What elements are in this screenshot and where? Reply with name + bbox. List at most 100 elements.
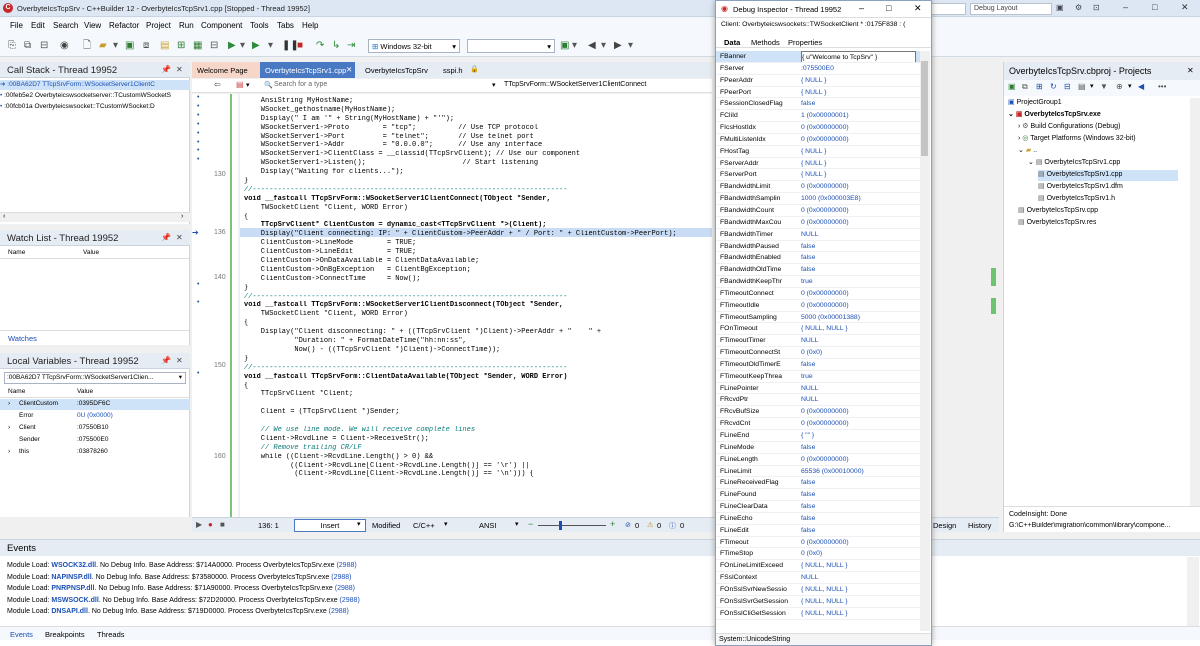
tree-item[interactable]: ⌄ ▤ OverbyteIcsTcpSrv1.cpp xyxy=(1028,158,1120,169)
macro-record-icon[interactable]: ● xyxy=(208,520,213,529)
inspector-property-row[interactable]: FOnSslCliGetSession { NULL, NULL } xyxy=(716,608,921,620)
table-row[interactable]: › Client :07550B10 xyxy=(0,423,190,434)
remove-icon[interactable]: ⊟ xyxy=(210,40,218,52)
menu-edit[interactable]: Edit xyxy=(31,21,45,30)
close-panel-icon[interactable]: ✕ xyxy=(176,356,183,365)
inspector-property-row[interactable]: FHostTag { NULL } xyxy=(716,146,921,158)
minimize-icon[interactable]: – xyxy=(859,3,864,13)
inspector-property-row[interactable]: FLineEnd { "" } xyxy=(716,430,921,442)
menu-file[interactable]: File xyxy=(10,21,23,30)
inspector-property-row[interactable]: FTimeoutTimer NULL xyxy=(716,335,921,348)
maximize-icon[interactable]: □ xyxy=(886,3,891,13)
new-file-icon[interactable]: 🗋 xyxy=(83,40,91,52)
tab-methods[interactable]: Methods xyxy=(751,38,780,47)
view-dropdown-icon[interactable]: ▾ xyxy=(1090,82,1094,90)
zoom-slider-thumb[interactable] xyxy=(559,521,562,530)
inspector-property-row[interactable]: FOnSslSvrGetSession { NULL, NULL } xyxy=(716,596,921,608)
close-panel-icon[interactable]: ✕ xyxy=(1187,66,1194,75)
device-dropdown-icon[interactable]: ▾ xyxy=(572,40,577,52)
inspector-property-row[interactable]: FCliId 1 (0x00000001) xyxy=(716,110,921,123)
inspector-property-row[interactable]: FIcsHostIdx 0 (0x00000000) xyxy=(716,122,921,134)
run-to-cursor-icon[interactable]: ⇥ xyxy=(347,40,355,52)
table-row[interactable]: Error 0U (0x0000) xyxy=(0,411,190,422)
expand-icon[interactable]: ⌄ xyxy=(1018,147,1026,154)
scrollbar-thumb[interactable] xyxy=(921,61,928,156)
table-row[interactable]: Sender :075500E0 xyxy=(0,435,190,446)
zoom-slider[interactable] xyxy=(538,525,606,526)
scroll-left-icon[interactable]: ‹ xyxy=(3,213,5,220)
mode-dropdown-icon[interactable]: ▾ xyxy=(357,520,361,528)
layout-settings-icon[interactable]: ⚙ xyxy=(1075,3,1082,12)
inspector-property-row[interactable]: FLineLength 0 (0x00000000) xyxy=(716,454,921,466)
tree-item[interactable]: ▣ ProjectGroup1 xyxy=(1008,98,1062,109)
inspector-property-row[interactable]: FTimeoutIdle 0 (0x00000000) xyxy=(716,300,921,312)
close-panel-icon[interactable]: ✕ xyxy=(176,65,183,74)
inspector-property-row[interactable]: FOnSslSvrNewSessio { NULL, NULL } xyxy=(716,584,921,596)
menu-help[interactable]: Help xyxy=(302,21,318,30)
vertical-scrollbar[interactable] xyxy=(1190,98,1200,506)
table-row[interactable]: › this :03878260 xyxy=(0,447,190,458)
type-dropdown-icon[interactable]: ▾ xyxy=(492,81,496,89)
tree-item[interactable]: › ◎ Target Platforms (Windows 32-bit) xyxy=(1018,134,1136,145)
refresh-icon[interactable]: ↻ xyxy=(1050,82,1057,91)
record-icon[interactable]: ◉ xyxy=(60,40,69,52)
expand-icon[interactable]: › xyxy=(8,447,10,457)
menu-search[interactable]: Search xyxy=(53,21,78,30)
inspector-property-row[interactable]: FLineClearData false xyxy=(716,501,921,513)
inspector-client-select[interactable]: Client: Overbyteicswsockets::TWSocketCli… xyxy=(721,21,928,28)
back-icon[interactable]: ◀ xyxy=(1138,82,1144,91)
close-panel-icon[interactable]: ✕ xyxy=(176,233,183,242)
tab-overbyteicstcpsrv[interactable]: OverbyteIcsTcpSrv xyxy=(360,62,435,78)
back-dropdown-icon[interactable]: ▾ xyxy=(601,40,606,52)
inspector-property-row[interactable]: FSessionClosedFlag false xyxy=(716,98,921,111)
layout-save-icon[interactable]: ▣ xyxy=(1056,3,1064,12)
layout-selector[interactable]: Debug Layout xyxy=(970,3,1052,15)
save-icon[interactable]: ▣ xyxy=(125,40,134,52)
open-project-icon[interactable]: ⧉ xyxy=(24,40,31,52)
menu-refactor[interactable]: Refactor xyxy=(109,21,139,30)
inspector-property-row[interactable]: FTimeout 0 (0x00000000) xyxy=(716,537,921,549)
menu-project[interactable]: Project xyxy=(146,21,171,30)
inspector-property-row[interactable]: FServer:075500E0 xyxy=(716,63,921,75)
inspector-property-row[interactable]: FServerAddr { NULL } xyxy=(716,158,921,170)
inspector-property-row[interactable]: FBandwidthKeepThr true xyxy=(716,276,921,288)
horizontal-scrollbar[interactable]: ‹ › xyxy=(0,212,190,222)
call-stack-item[interactable]: • :00feb5e2 Overbyteicswsocketserver::TC… xyxy=(0,91,190,101)
code-area[interactable]: AnsiString MyHostName; WSocket_gethostna… xyxy=(240,94,712,517)
save-all-icon[interactable]: ⊟ xyxy=(40,40,48,52)
tree-item[interactable]: ▤ OverbyteIcsTcpSrv1.dfm xyxy=(1038,182,1123,193)
history-tab[interactable]: History xyxy=(968,521,991,530)
stop-icon[interactable]: ■ xyxy=(297,40,303,52)
pin-icon[interactable]: 📌 xyxy=(161,233,171,242)
build-dropdown-icon[interactable]: ▾ xyxy=(1128,82,1132,90)
tree-item[interactable]: › ⚙ Build Configurations (Debug) xyxy=(1018,122,1120,133)
more-icon[interactable]: ••• xyxy=(1158,82,1166,91)
inspector-property-row[interactable]: FTimeoutConnect 0 (0x00000000) xyxy=(716,288,921,300)
errors-icon[interactable]: ⊘ xyxy=(625,521,631,529)
design-tab[interactable]: Design xyxy=(933,521,956,530)
menu-view[interactable]: View xyxy=(84,21,101,30)
encoding-indicator[interactable]: ANSI xyxy=(479,521,497,530)
forward-icon[interactable]: ▶ xyxy=(614,40,622,52)
tab-events[interactable]: Events xyxy=(10,630,33,639)
inspector-property-row[interactable]: FPeerAddr { NULL } xyxy=(716,75,921,87)
inspector-property-row[interactable]: FBandwidthEnabled false xyxy=(716,252,921,265)
expand-icon[interactable]: ⌄ xyxy=(1028,159,1036,166)
inspector-property-row[interactable]: FTimeoutKeepThrea true xyxy=(716,371,921,383)
close-tab-icon[interactable]: ✕ xyxy=(346,65,352,74)
inspector-property-row[interactable]: FPeerPort { NULL } xyxy=(716,87,921,99)
inspector-property-row[interactable]: FRcvdPtr NULL xyxy=(716,394,921,407)
insert-mode[interactable]: Insert xyxy=(294,519,366,532)
inspector-property-row[interactable]: FBandwidthSamplin 1000 (0x000003E8) xyxy=(716,193,921,205)
inspector-property-row[interactable]: FLineMode false xyxy=(716,442,921,454)
tab-sspi-h[interactable]: sspi.h 🔒 xyxy=(438,62,483,78)
inspector-property-row[interactable]: FServerPort { NULL } xyxy=(716,169,921,182)
menu-component[interactable]: Component xyxy=(201,21,242,30)
inspector-property-row[interactable]: FBandwidthCount 0 (0x00000000) xyxy=(716,205,921,217)
inspector-property-row[interactable]: FBandwidthTimer NULL xyxy=(716,229,921,241)
filter-icon[interactable]: ▼ xyxy=(1100,82,1108,91)
tree-item[interactable]: ▤ OverbyteIcsTcpSrv1.h xyxy=(1038,194,1115,205)
config-select[interactable]: ▾ xyxy=(467,39,555,53)
tab-welcome-page[interactable]: Welcome Page xyxy=(192,62,260,78)
tab-threads[interactable]: Threads xyxy=(97,630,125,639)
